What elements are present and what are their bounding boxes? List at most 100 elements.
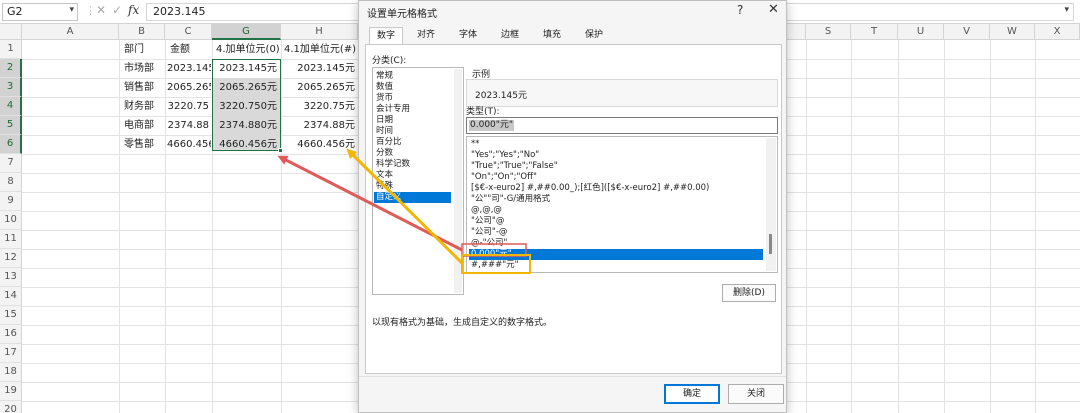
format-item[interactable]: "Yes";"Yes";"No": [469, 150, 763, 161]
table-cell[interactable]: 财务部: [122, 97, 165, 116]
tab-border[interactable]: 边框: [493, 27, 527, 45]
category-item-selected[interactable]: 自定义: [374, 192, 451, 203]
help-icon[interactable]: ?: [737, 3, 743, 17]
row-header[interactable]: 20: [0, 401, 22, 413]
format-item[interactable]: "True";"True";"False": [469, 161, 763, 172]
table-cell[interactable]: 3220.75元: [281, 97, 357, 116]
table-cell[interactable]: 2023.145: [165, 59, 211, 78]
row-header[interactable]: 15: [0, 306, 22, 325]
row-header[interactable]: 10: [0, 211, 22, 230]
table-cell[interactable]: 2374.880元: [212, 116, 279, 135]
category-item[interactable]: 常规: [374, 71, 451, 82]
chevron-down-icon[interactable]: ▾: [69, 5, 74, 15]
category-item[interactable]: 日期: [374, 115, 451, 126]
column-header[interactable]: B: [119, 24, 165, 40]
ok-button[interactable]: 确定: [664, 384, 720, 404]
tab-protection[interactable]: 保护: [577, 27, 611, 45]
table-cell[interactable]: 2023.145元: [212, 59, 279, 78]
column-header[interactable]: W: [990, 24, 1035, 40]
table-cell[interactable]: 2374.88元: [281, 116, 357, 135]
category-item[interactable]: 百分比: [374, 137, 451, 148]
row-header[interactable]: 4: [0, 97, 22, 116]
format-item[interactable]: @,@,@: [469, 205, 763, 216]
category-scrollbar[interactable]: [454, 69, 462, 293]
table-header[interactable]: 4.1加单位元(#): [282, 40, 358, 59]
category-item[interactable]: 货币: [374, 93, 451, 104]
table-cell[interactable]: 4660.456: [165, 135, 211, 154]
column-header[interactable]: S: [806, 24, 851, 40]
row-header[interactable]: 17: [0, 344, 22, 363]
table-cell[interactable]: 2065.265: [165, 78, 211, 97]
close-icon[interactable]: ✕: [768, 2, 779, 17]
column-header[interactable]: A: [22, 24, 119, 40]
format-item[interactable]: [$€-x-euro2] #,##0.00_);[红色]([$€-x-euro2…: [469, 183, 763, 194]
table-cell[interactable]: 2065.265元: [212, 78, 279, 97]
column-header[interactable]: X: [1035, 24, 1080, 40]
delete-button[interactable]: 删除(D): [722, 284, 776, 302]
row-header[interactable]: 3: [0, 78, 22, 97]
format-item[interactable]: **: [469, 139, 763, 150]
table-cell[interactable]: 零售部: [122, 135, 165, 154]
close-button[interactable]: 关闭: [728, 384, 784, 404]
table-cell[interactable]: 2374.88: [165, 116, 211, 135]
row-header[interactable]: 12: [0, 249, 22, 268]
table-cell[interactable]: 2023.145元: [281, 59, 357, 78]
format-scrollbar[interactable]: [766, 138, 776, 271]
format-item[interactable]: @-"公司": [469, 238, 763, 249]
format-item[interactable]: "On";"On";"Off": [469, 172, 763, 183]
category-item[interactable]: 科学记数: [374, 159, 451, 170]
confirm-entry-icon[interactable]: ✓: [112, 3, 122, 17]
format-list[interactable]: ** "Yes";"Yes";"No" "True";"True";"False…: [466, 136, 778, 273]
row-header[interactable]: 1: [0, 40, 22, 59]
table-cell[interactable]: 3220.75: [165, 97, 211, 116]
format-scrollbar-thumb[interactable]: [769, 234, 772, 254]
category-list[interactable]: 常规 数值 货币 会计专用 日期 时间 百分比 分数 科学记数 文本 特殊 自定…: [372, 67, 464, 295]
table-cell[interactable]: 市场部: [122, 59, 165, 78]
table-header[interactable]: 部门: [122, 40, 165, 59]
insert-function-icon[interactable]: fx: [128, 3, 139, 17]
row-header[interactable]: 6: [0, 135, 22, 154]
name-box[interactable]: G2 ▾: [2, 3, 78, 21]
format-item[interactable]: #,###"元": [469, 260, 763, 271]
table-cell[interactable]: 电商部: [122, 116, 165, 135]
column-header[interactable]: G: [212, 24, 281, 40]
format-item[interactable]: "公司"@: [469, 216, 763, 227]
table-cell[interactable]: 4660.456元: [212, 135, 279, 154]
expand-formula-icon[interactable]: ▾: [1064, 5, 1069, 15]
tab-number[interactable]: 数字: [369, 27, 403, 45]
row-header[interactable]: 14: [0, 287, 22, 306]
table-cell[interactable]: 销售部: [122, 78, 165, 97]
column-header[interactable]: C: [165, 24, 212, 40]
table-cell[interactable]: 4660.456元: [281, 135, 357, 154]
row-header[interactable]: 18: [0, 363, 22, 382]
cancel-entry-icon[interactable]: ✕: [96, 3, 106, 17]
column-header[interactable]: H: [281, 24, 358, 40]
row-header[interactable]: 5: [0, 116, 22, 135]
table-cell[interactable]: 3220.750元: [212, 97, 279, 116]
format-item-selected[interactable]: 0.000"元": [469, 249, 763, 260]
row-header[interactable]: 8: [0, 173, 22, 192]
column-header[interactable]: T: [851, 24, 898, 40]
category-item[interactable]: 时间: [374, 126, 451, 137]
column-header[interactable]: V: [944, 24, 990, 40]
category-item[interactable]: 文本: [374, 170, 451, 181]
table-header[interactable]: 金额: [168, 40, 212, 59]
column-header[interactable]: U: [898, 24, 944, 40]
row-header[interactable]: 11: [0, 230, 22, 249]
category-item[interactable]: 数值: [374, 82, 451, 93]
format-item[interactable]: "公""司"-G/通用格式: [469, 194, 763, 205]
type-input[interactable]: 0.000"元": [466, 117, 778, 134]
row-header[interactable]: 7: [0, 154, 22, 173]
format-item[interactable]: "公司"-@: [469, 227, 763, 238]
row-header[interactable]: 2: [0, 59, 22, 78]
category-item[interactable]: 分数: [374, 148, 451, 159]
category-item[interactable]: 特殊: [374, 181, 451, 192]
row-header[interactable]: 13: [0, 268, 22, 287]
table-header[interactable]: 4.加单位元(0): [214, 40, 281, 59]
tab-font[interactable]: 字体: [451, 27, 485, 45]
category-item[interactable]: 会计专用: [374, 104, 451, 115]
select-all-corner[interactable]: [0, 24, 22, 40]
table-cell[interactable]: 2065.265元: [281, 78, 357, 97]
row-header[interactable]: 16: [0, 325, 22, 344]
row-header[interactable]: 19: [0, 382, 22, 401]
